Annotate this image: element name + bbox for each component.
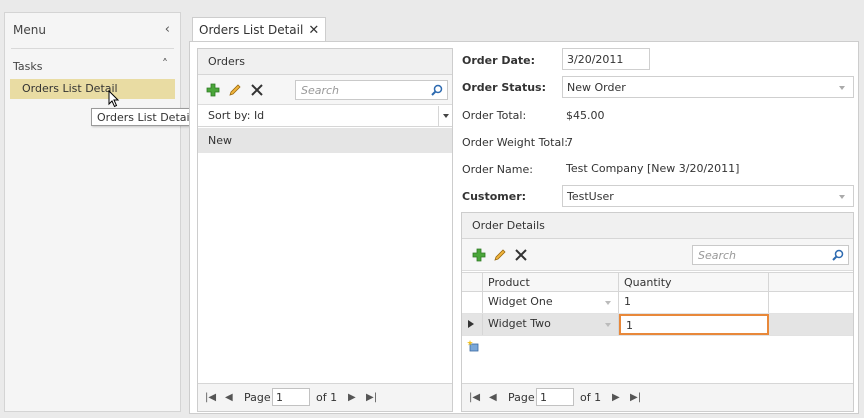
orders-search-placeholder: Search <box>301 84 340 97</box>
table-row[interactable]: Widget Two 1 <box>462 314 853 336</box>
edit-pencil-icon[interactable] <box>493 248 507 262</box>
details-pager: |◀ ◀ Page 1 of 1 ▶ ▶| <box>462 383 853 411</box>
page-number-input[interactable]: 1 <box>536 388 574 406</box>
page-label: Page <box>508 391 535 404</box>
table-row[interactable]: Widget One 1 <box>462 292 853 314</box>
orders-search-input[interactable]: Search <box>295 80 448 100</box>
order-status-value: New Order <box>567 81 626 94</box>
page-label: Page <box>244 391 271 404</box>
customer-value: TestUser <box>567 190 614 203</box>
tab-label: Orders List Detail <box>199 23 304 37</box>
order-name-label: Order Name: <box>462 163 533 176</box>
add-icon[interactable] <box>206 83 220 97</box>
prev-page-icon[interactable]: ◀ <box>225 392 233 403</box>
column-header-product[interactable]: Product <box>483 273 619 291</box>
delete-icon[interactable] <box>514 248 528 262</box>
orders-panel-title: Orders <box>198 49 452 75</box>
quantity-edit-cell[interactable]: 1 <box>619 314 769 335</box>
add-icon[interactable] <box>472 248 486 262</box>
tasks-section-title: Tasks <box>13 60 43 73</box>
details-search-input[interactable]: Search <box>692 245 849 265</box>
last-page-icon[interactable]: ▶| <box>630 392 641 403</box>
search-icon[interactable] <box>431 84 443 96</box>
order-total-label: Order Total: <box>462 109 527 122</box>
order-weight-label: Order Weight Total: <box>462 136 568 149</box>
customer-select[interactable]: TestUser <box>562 185 854 207</box>
orders-pager: |◀ ◀ Page 1 of 1 ▶ ▶| <box>198 383 452 411</box>
orders-panel: Orders Search Sort by: Id New |◀ ◀ Page … <box>197 48 453 412</box>
chevron-down-icon <box>605 301 611 305</box>
row-indicator-header <box>462 273 483 291</box>
first-page-icon[interactable]: |◀ <box>205 392 216 403</box>
tooltip: Orders List Detail <box>91 108 199 126</box>
order-status-label: Order Status: <box>462 81 547 94</box>
details-toolbar: Search <box>462 239 853 271</box>
tab-close-icon[interactable]: ✕ <box>308 23 319 38</box>
order-total-value: $45.00 <box>566 109 605 122</box>
order-date-field[interactable]: 3/20/2011 <box>562 48 650 70</box>
list-item[interactable]: New <box>198 128 452 153</box>
order-details-title: Order Details <box>462 213 853 239</box>
order-date-label: Order Date: <box>462 54 536 67</box>
add-row-icon[interactable] <box>467 340 479 352</box>
page-of-label: of 1 <box>316 391 338 404</box>
sort-label: Sort by: Id <box>208 109 265 122</box>
order-status-select[interactable]: New Order <box>562 76 854 98</box>
menu-title: Menu <box>13 23 46 37</box>
order-weight-value: 7 <box>566 136 573 149</box>
delete-icon[interactable] <box>250 83 264 97</box>
product-cell[interactable]: Widget One <box>483 292 619 313</box>
search-icon[interactable] <box>832 249 844 261</box>
details-grid-header: Product Quantity <box>462 272 853 292</box>
chevron-down-icon <box>605 323 611 327</box>
mouse-cursor-icon <box>108 90 120 108</box>
chevron-down-icon <box>839 195 845 199</box>
row-indicator <box>462 292 483 313</box>
product-cell[interactable]: Widget Two <box>483 314 619 335</box>
last-page-icon[interactable]: ▶| <box>366 392 377 403</box>
menu-item-orders-list-detail[interactable]: Orders List Detail <box>10 79 175 99</box>
new-row[interactable] <box>462 336 853 358</box>
menu-divider <box>11 48 174 49</box>
tab-orders-list-detail[interactable]: Orders List Detail ✕ <box>192 17 327 42</box>
chevron-down-icon <box>839 86 845 90</box>
sort-dropdown[interactable]: Sort by: Id <box>198 106 452 127</box>
side-menu: Menu ‹ Tasks ˄ Orders List Detail <box>4 12 181 412</box>
prev-page-icon[interactable]: ◀ <box>489 392 497 403</box>
orders-toolbar: Search <box>198 75 452 105</box>
edit-pencil-icon[interactable] <box>228 83 242 97</box>
details-search-placeholder: Search <box>698 249 737 262</box>
product-value: Widget Two <box>488 317 551 330</box>
page-of-label: of 1 <box>580 391 602 404</box>
tasks-collapse-chevron-icon[interactable]: ˄ <box>162 57 168 71</box>
product-value: Widget One <box>488 295 553 308</box>
next-page-icon[interactable]: ▶ <box>612 392 620 403</box>
sort-dropdown-arrow-icon[interactable] <box>438 106 452 126</box>
column-header-quantity[interactable]: Quantity <box>619 273 769 291</box>
menu-collapse-button[interactable]: ‹ <box>165 22 170 37</box>
order-name-value: Test Company [New 3/20/2011] <box>566 162 740 175</box>
quantity-cell[interactable]: 1 <box>619 292 769 313</box>
page-number-input[interactable]: 1 <box>272 388 310 406</box>
current-row-indicator-icon <box>462 314 483 335</box>
next-page-icon[interactable]: ▶ <box>348 392 356 403</box>
first-page-icon[interactable]: |◀ <box>469 392 480 403</box>
order-details-panel: Order Details Search Product Quantity Wi… <box>461 212 854 412</box>
customer-label: Customer: <box>462 190 527 203</box>
